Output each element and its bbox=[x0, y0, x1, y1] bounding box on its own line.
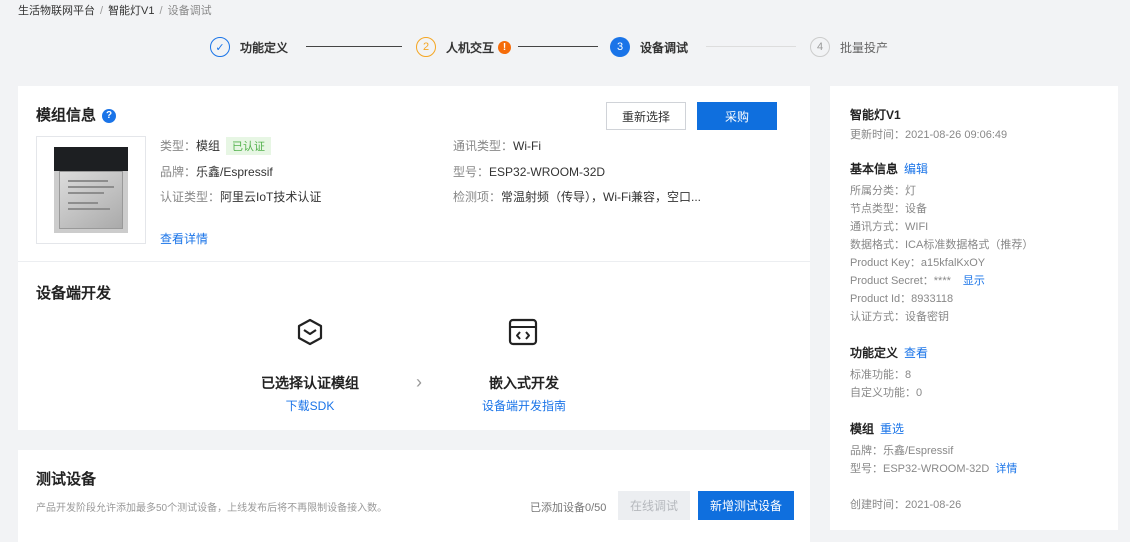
step-device-debug[interactable]: 3 设备调试 bbox=[610, 36, 688, 58]
step-mass-production[interactable]: 4 批量投产 bbox=[810, 36, 888, 58]
breadcrumb-separator: / bbox=[159, 5, 163, 17]
purchase-button[interactable]: 采购 bbox=[697, 102, 777, 130]
hexagon-cube-icon bbox=[297, 318, 323, 346]
show-secret-link[interactable]: 显示 bbox=[963, 275, 985, 287]
module-model-value: ESP32-WROOM-32D bbox=[489, 165, 606, 179]
test-devices-count: 已添加设备0/50 bbox=[530, 502, 607, 514]
auth-method: 认证方式：设备密钥 bbox=[850, 311, 949, 323]
device-dev-guide-link[interactable]: 设备端开发指南 bbox=[454, 397, 594, 414]
selected-module-step: 已选择认证模组 bbox=[261, 375, 359, 391]
test-devices-card bbox=[18, 450, 810, 542]
module-cert-type: 认证类型：阿里云IoT技术认证 bbox=[160, 188, 321, 205]
breadcrumb-item-current: 设备调试 bbox=[167, 5, 212, 17]
module-brand-info: 品牌：乐鑫/Espressif bbox=[850, 445, 954, 457]
module-comm-key: 通讯类型： bbox=[453, 139, 514, 153]
edit-basic-info-link[interactable]: 编辑 bbox=[904, 162, 928, 176]
module-type-value: 模组 bbox=[196, 139, 221, 153]
breadcrumb-separator: / bbox=[100, 5, 104, 17]
step-hmi[interactable]: 2 人机交互 ! bbox=[416, 36, 512, 58]
module-model-info: 型号：ESP32-WROOM-32D 详情 bbox=[850, 460, 1017, 476]
step-label: 设备调试 bbox=[640, 40, 689, 55]
comm-method: 通讯方式：WIFI bbox=[850, 221, 929, 233]
updated-time: 更新时间：2021-08-26 09:06:49 bbox=[850, 129, 1008, 141]
module-image bbox=[36, 136, 146, 244]
step-label: 功能定义 bbox=[240, 40, 289, 55]
module-type-key: 类型： bbox=[160, 139, 197, 153]
module-header: 模组 重选 bbox=[850, 420, 904, 437]
module-model: 型号：ESP32-WROOM-32D bbox=[453, 163, 605, 180]
module-detection-key: 检测项： bbox=[453, 190, 502, 204]
function-def-title: 功能定义 bbox=[850, 346, 899, 360]
step-connector bbox=[706, 46, 796, 47]
check-icon: ✓ bbox=[210, 37, 230, 57]
breadcrumb-item-platform[interactable]: 生活物联网平台 bbox=[18, 5, 95, 17]
chevron-right-icon: › bbox=[416, 372, 422, 392]
product-secret-value: Product Secret：**** bbox=[850, 275, 951, 287]
step-label: 批量投产 bbox=[840, 40, 889, 55]
product-secret: Product Secret：**** 显示 bbox=[850, 272, 985, 288]
view-details-link[interactable]: 查看详情 bbox=[160, 230, 208, 247]
product-id: Product Id：8933118 bbox=[850, 293, 954, 305]
step-function-definition[interactable]: ✓ 功能定义 bbox=[210, 36, 288, 58]
step-number: 3 bbox=[610, 37, 630, 57]
created-time: 创建时间：2021-08-26 bbox=[850, 499, 962, 511]
module-type: 类型：模组 已认证 bbox=[160, 137, 272, 155]
divider bbox=[18, 261, 810, 262]
step-connector bbox=[518, 46, 598, 47]
module-brand-value: 乐鑫/Espressif bbox=[196, 165, 273, 179]
product-info-panel: 智能灯V1 更新时间：2021-08-26 09:06:49 基本信息 编辑 所属… bbox=[830, 86, 1118, 530]
code-window-icon bbox=[508, 318, 538, 346]
step-number: 4 bbox=[810, 37, 830, 57]
module-info-title: 模组信息? bbox=[36, 104, 117, 125]
product-name: 智能灯V1 bbox=[850, 108, 901, 122]
module-model-key: 型号： bbox=[453, 165, 490, 179]
module-brand: 品牌：乐鑫/Espressif bbox=[160, 163, 273, 180]
product-key: Product Key：a15kfalKxOY bbox=[850, 257, 986, 269]
certified-badge: 已认证 bbox=[226, 137, 272, 155]
module-comm-value: Wi-Fi bbox=[513, 139, 541, 153]
module-detection: 检测项：常温射频（传导），Wi-Fi兼容，空口... bbox=[453, 188, 701, 205]
add-test-device-button[interactable]: 新增测试设备 bbox=[698, 491, 794, 520]
basic-info-header: 基本信息 编辑 bbox=[850, 160, 928, 177]
warning-icon: ! bbox=[498, 40, 512, 54]
online-debug-button[interactable]: 在线调试 bbox=[618, 491, 690, 520]
reselect-module-link[interactable]: 重选 bbox=[880, 422, 904, 436]
step-number: 2 bbox=[416, 37, 436, 57]
reselect-button[interactable]: 重新选择 bbox=[606, 102, 686, 130]
test-devices-title: 测试设备 bbox=[36, 471, 97, 488]
custom-functions: 自定义功能：0 bbox=[850, 387, 923, 399]
breadcrumb-item-product[interactable]: 智能灯V1 bbox=[108, 5, 154, 17]
node-type: 节点类型：设备 bbox=[850, 203, 927, 215]
breadcrumb: 生活物联网平台 / 智能灯V1 / 设备调试 bbox=[18, 2, 212, 18]
standard-functions: 标准功能：8 bbox=[850, 369, 912, 381]
module-comm-type: 通讯类型：Wi-Fi bbox=[453, 137, 541, 154]
help-icon[interactable]: ? bbox=[102, 108, 117, 123]
module-title: 模组 bbox=[850, 422, 875, 436]
module-brand-key: 品牌： bbox=[160, 165, 197, 179]
category: 所属分类：灯 bbox=[850, 185, 916, 197]
module-chip-picture bbox=[54, 147, 128, 233]
view-function-link[interactable]: 查看 bbox=[904, 346, 928, 360]
function-def-header: 功能定义 查看 bbox=[850, 344, 928, 361]
step-connector bbox=[306, 46, 402, 47]
device-dev-title: 设备端开发 bbox=[36, 285, 112, 302]
module-info-title-text: 模组信息 bbox=[36, 107, 97, 124]
module-detail-link[interactable]: 详情 bbox=[995, 463, 1017, 475]
module-cert-key: 认证类型： bbox=[160, 190, 221, 204]
test-devices-description: 产品开发阶段允许添加最多50个测试设备，上线发布后将不再限制设备接入数。 bbox=[36, 503, 388, 514]
step-label: 人机交互 bbox=[446, 40, 495, 55]
module-cert-value: 阿里云IoT技术认证 bbox=[220, 190, 322, 204]
basic-info-title: 基本信息 bbox=[850, 162, 899, 176]
download-sdk-link[interactable]: 下载SDK bbox=[240, 397, 380, 414]
data-format: 数据格式：ICA标准数据格式（推荐） bbox=[850, 239, 1034, 251]
module-detection-value: 常温射频（传导），Wi-Fi兼容，空口... bbox=[501, 190, 702, 204]
module-model-value: 型号：ESP32-WROOM-32D bbox=[850, 463, 990, 475]
embedded-dev-step: 嵌入式开发 bbox=[489, 375, 559, 391]
